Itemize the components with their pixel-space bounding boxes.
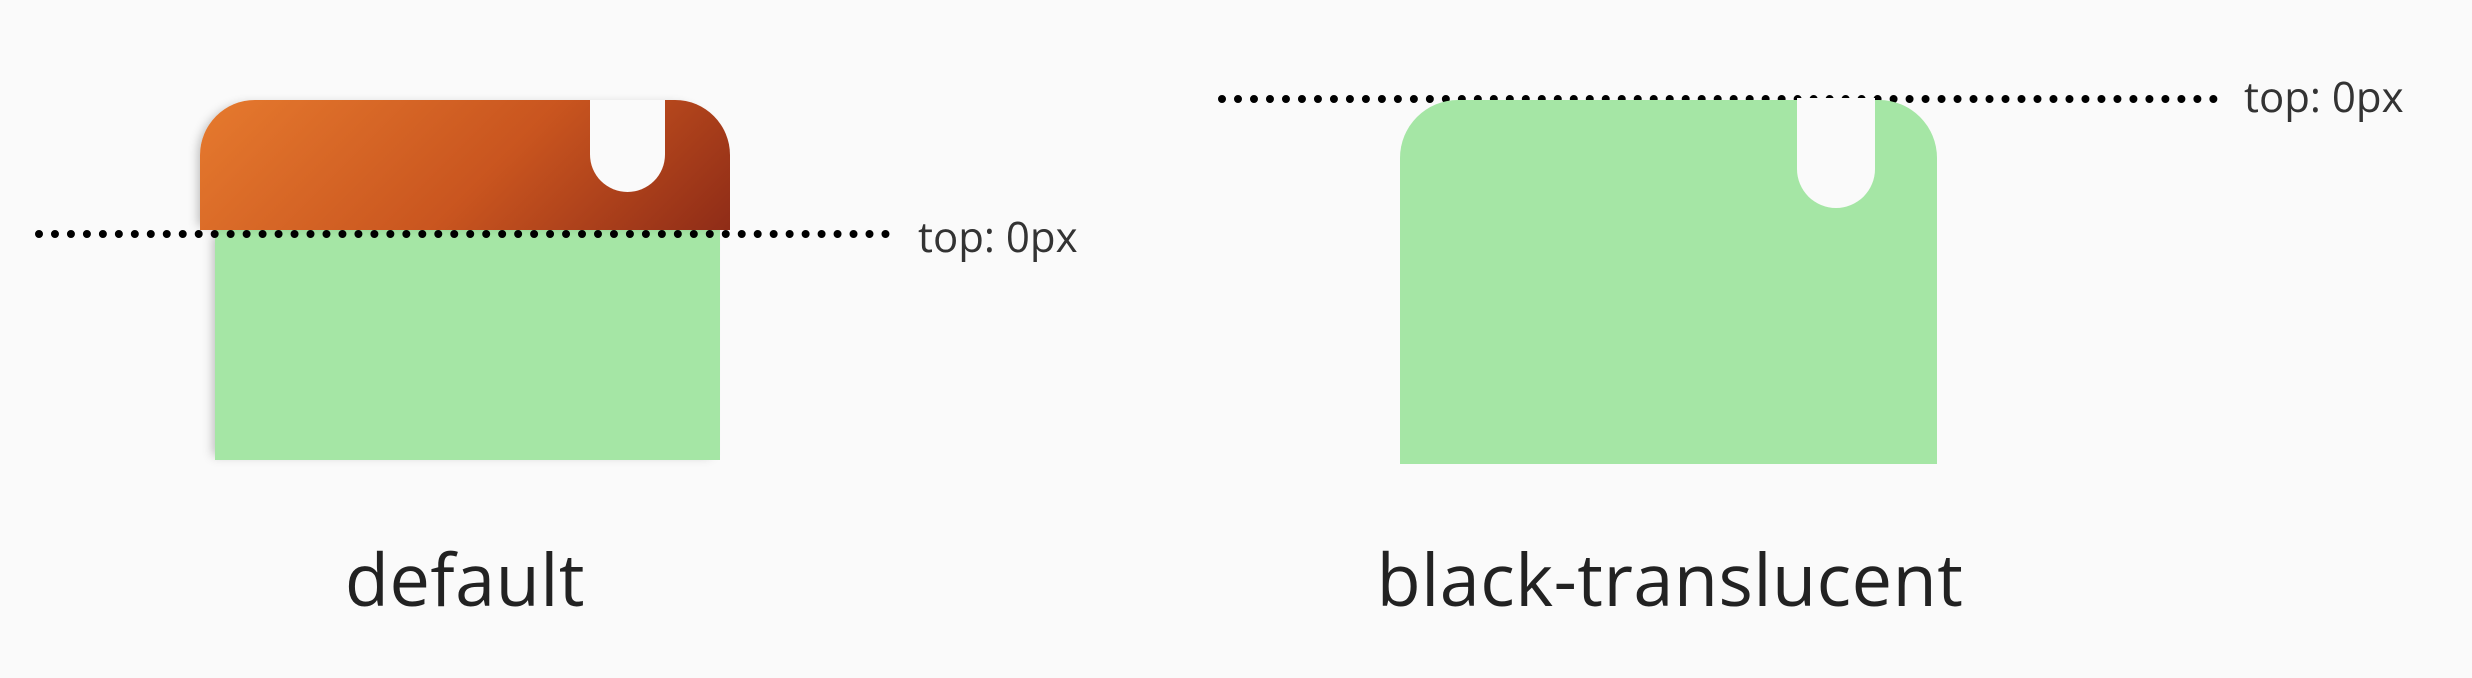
default-viewport-body [215, 230, 720, 460]
translucent-caption: black-translucent [1200, 530, 2140, 628]
translucent-viewport-body [1400, 100, 1937, 464]
default-baseline-label: top: 0px [918, 208, 1078, 265]
default-caption: default [0, 530, 930, 628]
default-status-bar [200, 100, 730, 230]
notch-icon [1797, 98, 1875, 208]
default-baseline-line [35, 230, 890, 238]
notch-icon [590, 100, 665, 192]
translucent-baseline-label: top: 0px [2244, 68, 2404, 125]
diagram-stage: top: 0px default top: 0px black-transluc… [0, 0, 2472, 678]
